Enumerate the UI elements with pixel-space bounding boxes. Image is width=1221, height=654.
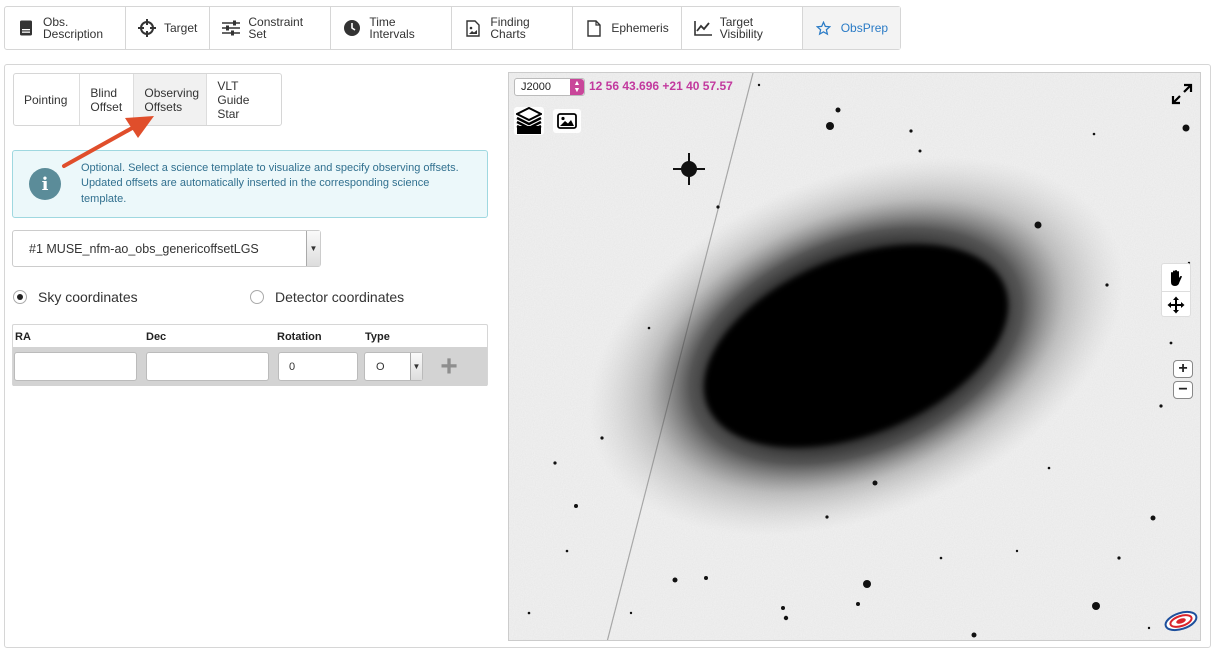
image-icon bbox=[557, 113, 577, 129]
tab-time-intervals[interactable]: Time Intervals bbox=[331, 7, 453, 49]
tab-label: Finding Charts bbox=[490, 15, 530, 41]
document-icon bbox=[17, 19, 35, 37]
subtab-label: Pointing bbox=[24, 92, 68, 107]
image-file-icon bbox=[464, 19, 482, 37]
subtab-vlt-guide-star[interactable]: VLT Guide Star bbox=[207, 74, 281, 125]
ra-input[interactable] bbox=[14, 352, 137, 381]
info-alert: i Optional. Select a science template to… bbox=[12, 150, 488, 218]
top-tab-bar: Obs. Description Target Constraint Set T… bbox=[4, 6, 902, 50]
tab-label: Time Intervals bbox=[369, 15, 415, 41]
tab-constraint-set[interactable]: Constraint Set bbox=[210, 7, 332, 49]
tab-label: ObsPrep bbox=[840, 21, 889, 35]
tab-label: Target Visibility bbox=[719, 15, 763, 41]
tab-obs-description[interactable]: Obs. Description bbox=[5, 7, 126, 49]
tab-finding-charts[interactable]: Finding Charts bbox=[452, 7, 574, 49]
subtab-blind-offset[interactable]: Blind Offset bbox=[80, 74, 135, 125]
table-row: O ▼ + bbox=[13, 347, 487, 386]
column-header-type: Type bbox=[365, 331, 390, 343]
tab-target-visibility[interactable]: Target Visibility bbox=[682, 7, 803, 49]
fullscreen-button[interactable] bbox=[1169, 81, 1195, 107]
dec-input[interactable] bbox=[146, 352, 269, 381]
radio-checked bbox=[13, 290, 27, 304]
sliders-icon bbox=[222, 19, 241, 37]
move-arrows-icon bbox=[1167, 296, 1185, 314]
zoom-in-button[interactable]: + bbox=[1173, 360, 1193, 378]
expand-icon bbox=[1171, 83, 1193, 105]
tab-obsprep[interactable]: ObsPrep bbox=[802, 7, 901, 49]
move-button[interactable] bbox=[1162, 291, 1190, 318]
sky-coordinates-label: Sky coordinates bbox=[38, 289, 138, 305]
add-offset-button[interactable]: + bbox=[436, 351, 462, 381]
pan-controls bbox=[1161, 263, 1191, 317]
tab-label: Constraint Set bbox=[248, 15, 304, 41]
subtab-label: VLT Guide Star bbox=[217, 78, 250, 121]
crosshair-icon bbox=[138, 19, 156, 37]
grab-button[interactable] bbox=[1162, 264, 1190, 291]
cursor-coordinates: 12 56 43.696 +21 40 57.57 bbox=[589, 79, 733, 93]
tab-target[interactable]: Target bbox=[126, 7, 211, 49]
type-select[interactable]: O ▼ bbox=[364, 352, 423, 381]
subtab-observing-offsets[interactable]: Observing Offsets bbox=[134, 74, 208, 125]
radio-unchecked bbox=[250, 290, 264, 304]
info-text: Optional. Select a science template to v… bbox=[81, 161, 459, 205]
file-icon bbox=[585, 19, 603, 37]
info-icon: i bbox=[29, 168, 61, 200]
obsprep-sub-tabs: Pointing Blind Offset Observing Offsets … bbox=[13, 73, 283, 126]
aladin-logo-icon bbox=[1164, 610, 1198, 632]
sky-coordinates-radio[interactable]: Sky coordinates bbox=[13, 289, 138, 305]
tab-ephemeris[interactable]: Ephemeris bbox=[573, 7, 682, 49]
aladin-logo bbox=[1163, 607, 1199, 633]
subtab-pointing[interactable]: Pointing bbox=[14, 74, 81, 125]
tab-label: Target bbox=[164, 21, 198, 35]
image-survey-button[interactable] bbox=[553, 109, 581, 133]
caret-updown-icon: ▲ ▼ bbox=[570, 79, 584, 95]
hand-icon bbox=[1171, 269, 1182, 286]
column-header-rotation: Rotation bbox=[277, 331, 322, 343]
column-header-dec: Dec bbox=[146, 331, 167, 343]
subtab-label: Blind Offset bbox=[90, 85, 123, 114]
detector-coordinates-label: Detector coordinates bbox=[275, 289, 405, 305]
frame-value: J2000 bbox=[521, 81, 551, 93]
layers-button[interactable] bbox=[514, 107, 544, 135]
obsprep-panel: Pointing Blind Offset Observing Offsets … bbox=[4, 64, 1211, 648]
offsets-table: RA Dec Rotation Type O ▼ + bbox=[12, 324, 488, 386]
subtab-label: Observing Offsets bbox=[144, 85, 200, 114]
caret-down-icon: ▼ bbox=[410, 353, 422, 380]
coordinate-frame-select[interactable]: J2000 ▲ ▼ bbox=[514, 78, 585, 96]
science-template-select[interactable]: #1 MUSE_nfm-ao_obs_genericoffsetLGS ▼ bbox=[12, 230, 321, 267]
zoom-out-button[interactable]: − bbox=[1173, 381, 1193, 399]
clock-icon bbox=[343, 19, 361, 37]
line-chart-icon bbox=[693, 19, 712, 37]
selected-template: #1 MUSE_nfm-ao_obs_genericoffsetLGS bbox=[29, 241, 259, 256]
tab-label: Obs. Description bbox=[43, 15, 104, 41]
detector-coordinates-radio[interactable]: Detector coordinates bbox=[250, 289, 404, 305]
star-icon bbox=[815, 19, 833, 37]
sky-image-viewer[interactable]: J2000 ▲ ▼ 12 56 43.696 +21 40 57.57 + − bbox=[508, 72, 1201, 641]
type-value: O bbox=[376, 360, 385, 373]
rotation-input[interactable] bbox=[278, 352, 358, 381]
caret-down-icon: ▼ bbox=[306, 231, 320, 266]
tab-label: Ephemeris bbox=[611, 21, 669, 35]
layers-icon bbox=[516, 107, 542, 134]
sky-image bbox=[509, 73, 1200, 640]
column-header-ra: RA bbox=[15, 331, 31, 343]
